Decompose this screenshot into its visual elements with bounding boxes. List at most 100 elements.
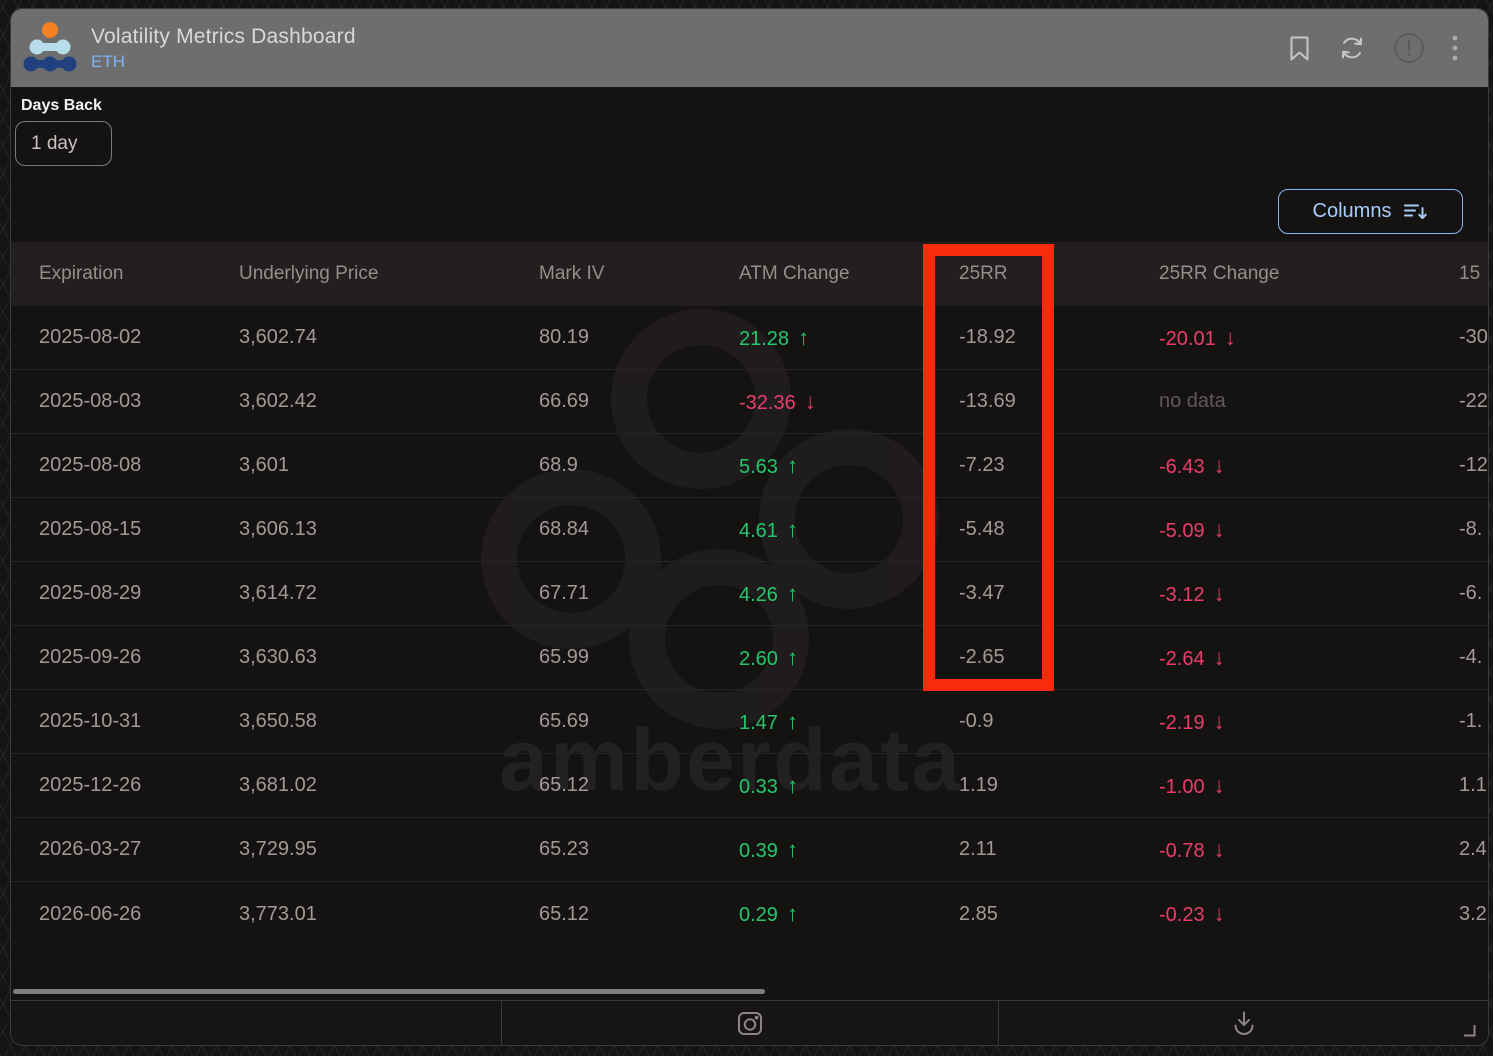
down-arrow-icon: ↓ [1213, 516, 1225, 542]
horizontal-scrollbar-thumb[interactable] [13, 989, 765, 994]
cell-25rr-change-value: -1.00 [1159, 775, 1205, 798]
download-button[interactable] [998, 1001, 1488, 1045]
cell-25rr-change-value: -2.64 [1159, 647, 1205, 670]
down-arrow-icon: ↓ [1224, 324, 1236, 350]
screenshot-button[interactable] [501, 1001, 998, 1045]
cell-mark-iv: 65.12 [539, 774, 590, 796]
cell-atm-change-value: -32.36 [739, 391, 796, 414]
up-arrow-icon: ↑ [786, 901, 798, 926]
cell-expiration: 2025-09-26 [39, 646, 142, 668]
more-menu-button[interactable] [1452, 34, 1458, 62]
cell-mark-iv: 65.69 [539, 710, 590, 732]
cell-atm-change: -32.36 ↓ [739, 389, 959, 415]
table-row: 2025-08-08 3,601 68.9 5.63 ↑ -7.23 -6.43 ↓ -12 [11, 434, 1488, 498]
cell-mark-iv: 68.84 [539, 518, 590, 540]
cell-underlying-price: 3,601 [239, 454, 290, 476]
cell-15rr: -4. [1459, 646, 1483, 668]
widget-header: Volatility Metrics Dashboard ETH [11, 9, 1488, 87]
table-row: 2026-06-26 3,773.01 65.12 0.29 ↑ 2.85 -0.23 ↓ 3.… [11, 882, 1488, 946]
cell-25rr: -7.23 [959, 454, 1005, 476]
cell-25rr-change: -20.01 ↓ [1159, 325, 1459, 351]
cell-25rr: 1.19 [959, 774, 998, 796]
up-arrow-icon: ↑ [786, 516, 798, 542]
cell-expiration: 2025-08-08 [39, 454, 142, 476]
refresh-button[interactable] [1338, 34, 1366, 62]
cell-expiration: 2026-03-27 [39, 838, 142, 860]
alert-icon [1394, 33, 1424, 63]
up-arrow-icon: ↑ [786, 452, 798, 478]
cell-mark-iv: 65.99 [539, 646, 590, 668]
cell-25rr-change-value: -20.01 [1159, 327, 1216, 350]
cell-atm-change: 4.61 ↑ [739, 517, 959, 543]
cell-15rr: -6. [1459, 582, 1483, 604]
cell-25rr-change: -1.00 ↓ [1159, 773, 1459, 799]
cell-underlying-price: 3,681.02 [239, 774, 317, 796]
down-arrow-icon: ↓ [1213, 644, 1225, 670]
cell-mark-iv: 65.12 [539, 902, 590, 925]
table-header-row: Expiration Underlying Price Mark IV ATM Cha… [11, 242, 1488, 306]
table-row: 2025-08-02 3,602.74 80.19 21.28 ↑ -18.92 -20.0… [11, 306, 1488, 370]
cell-expiration: 2025-10-31 [39, 710, 142, 732]
down-arrow-icon: ↓ [1213, 708, 1225, 734]
bookmark-button[interactable] [1288, 35, 1311, 62]
cell-underlying-price: 3,630.63 [239, 646, 317, 668]
alert-button[interactable] [1393, 32, 1425, 64]
cell-25rr-change: -3.12 ↓ [1159, 581, 1459, 607]
camera-icon [738, 1012, 762, 1035]
cell-expiration: 2026-06-26 [39, 902, 142, 925]
table-row: 2026-03-27 3,729.95 65.23 0.39 ↑ 2.11 -0.78 ↓ 2.… [11, 818, 1488, 882]
widget-title: Volatility Metrics Dashboard [91, 24, 356, 48]
days-back-select[interactable]: 1 day [15, 121, 112, 166]
cell-25rr: 2.11 [959, 838, 997, 860]
cell-25rr-change-value: no data [1159, 390, 1226, 412]
up-arrow-icon: ↑ [786, 580, 798, 606]
column-header-25rr-change: 25RR Change [1159, 263, 1280, 284]
cell-25rr-change: -6.43 ↓ [1159, 453, 1459, 479]
cell-atm-change: 21.28 ↑ [739, 325, 959, 351]
widget-card: amberdata Volatility Metrics Dashboard E… [10, 8, 1489, 1046]
cell-15rr: -1. [1459, 710, 1483, 732]
up-arrow-icon: ↑ [786, 644, 798, 670]
column-header-atm-change: ATM Change [739, 263, 850, 284]
cell-mark-iv: 65.23 [539, 838, 590, 860]
cell-atm-change-value: 4.26 [739, 583, 778, 606]
cell-25rr: -18.92 [959, 326, 1016, 348]
cell-25rr: -5.48 [959, 518, 1005, 540]
cell-mark-iv: 68.9 [539, 454, 578, 476]
cell-25rr-change: -5.09 ↓ [1159, 517, 1459, 543]
down-arrow-icon: ↓ [804, 388, 816, 414]
cell-atm-change-value: 0.29 [739, 904, 778, 926]
up-arrow-icon: ↑ [786, 772, 798, 798]
cell-15rr: 1.1 [1459, 774, 1487, 796]
columns-button[interactable]: Columns [1278, 189, 1463, 234]
refresh-icon [1342, 37, 1362, 59]
table-row: 2025-12-26 3,681.02 65.12 0.33 ↑ 1.19 -1.00 ↓ 1.… [11, 754, 1488, 818]
cell-25rr-change-value: -2.19 [1159, 711, 1205, 734]
cell-25rr-change: -2.19 ↓ [1159, 709, 1459, 735]
cell-underlying-price: 3,606.13 [239, 518, 317, 540]
sort-lines-down-icon [1404, 204, 1428, 219]
cell-expiration: 2025-08-15 [39, 518, 142, 540]
resize-handle[interactable] [1463, 1024, 1476, 1037]
down-arrow-icon: ↓ [1213, 901, 1225, 926]
column-header-expiration: Expiration [39, 263, 124, 284]
cell-15rr: 2.4 [1459, 838, 1487, 860]
cell-25rr-change: no data [1159, 390, 1459, 413]
cell-underlying-price: 3,602.42 [239, 390, 317, 412]
amberdata-logo-icon [23, 22, 77, 72]
column-header-underlying-price: Underlying Price [239, 263, 379, 284]
table-row: 2025-09-26 3,630.63 65.99 2.60 ↑ -2.65 -2.64 ↓ -… [11, 626, 1488, 690]
cell-25rr-change: -0.23 ↓ [1159, 901, 1459, 927]
column-header-mark-iv: Mark IV [539, 263, 605, 284]
cell-15rr: -22 [1459, 390, 1488, 412]
cell-atm-change: 1.47 ↑ [739, 709, 959, 735]
cell-underlying-price: 3,614.72 [239, 582, 317, 604]
table-row: 2025-08-15 3,606.13 68.84 4.61 ↑ -5.48 -5.09 ↓ -… [11, 498, 1488, 562]
down-arrow-icon: ↓ [1213, 452, 1225, 478]
widget-footer [11, 1000, 1488, 1045]
footer-cell-empty [11, 1001, 501, 1045]
up-arrow-icon: ↑ [786, 836, 798, 862]
download-icon [1234, 1011, 1253, 1035]
cell-15rr: -30 [1459, 326, 1488, 348]
cell-25rr: -13.69 [959, 390, 1016, 412]
